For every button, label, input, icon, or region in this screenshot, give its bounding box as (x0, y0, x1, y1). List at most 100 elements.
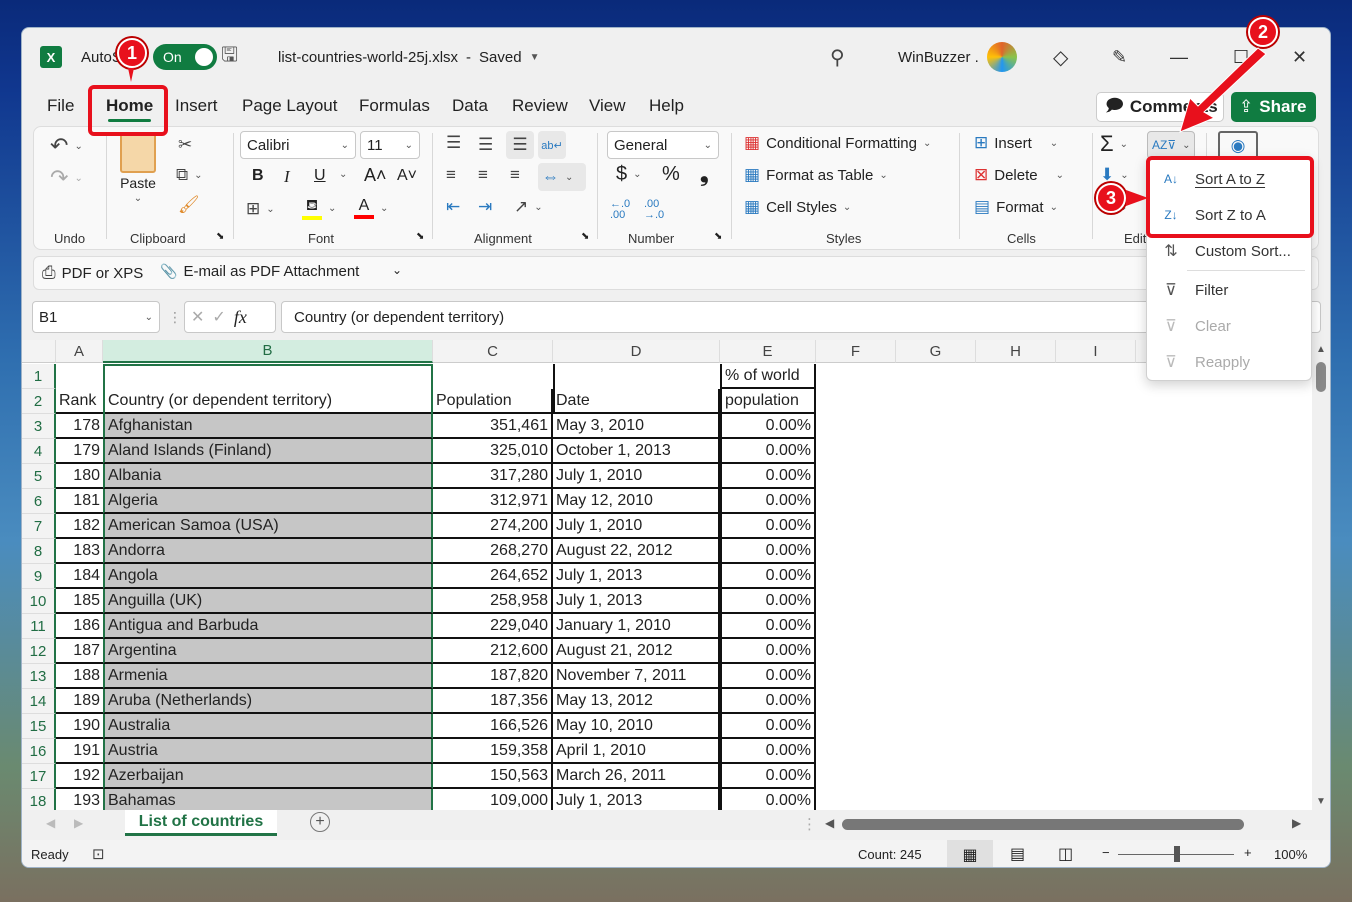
cell-date[interactable]: January 1, 2010 (553, 614, 720, 639)
row-header[interactable]: 5 (22, 464, 56, 489)
prev-sheet-icon[interactable]: ◀ (46, 816, 55, 830)
cell-country[interactable]: Afghanistan (103, 414, 433, 439)
row-header[interactable]: 13 (22, 664, 56, 689)
cell-percent[interactable]: 0.00% (720, 714, 816, 739)
cell-country[interactable]: Angola (103, 564, 433, 589)
cell-country[interactable]: American Samoa (USA) (103, 514, 433, 539)
cell-percent[interactable]: 0.00% (720, 439, 816, 464)
cell-date[interactable]: July 1, 2013 (553, 789, 720, 810)
cell-rank[interactable]: 184 (56, 564, 103, 589)
cell-percent[interactable]: 0.00% (720, 789, 816, 810)
scroll-down-icon[interactable]: ▼ (1316, 796, 1326, 807)
cell-date[interactable]: May 3, 2010 (553, 414, 720, 439)
increase-decimal-button[interactable]: ←.0 .00 (610, 199, 638, 221)
cell-population[interactable]: 268,270 (433, 539, 553, 564)
row-header[interactable]: 6 (22, 489, 56, 514)
row-header-2[interactable]: 2 (22, 389, 56, 414)
cell-a2[interactable]: Rank (56, 389, 103, 414)
number-format-select[interactable]: General ⌄ (607, 131, 719, 159)
cell-population[interactable]: 258,958 (433, 589, 553, 614)
insert-cells-button[interactable]: ⊞ Insert ⌄ (974, 133, 1058, 153)
cell-population[interactable]: 274,200 (433, 514, 553, 539)
row-header[interactable]: 17 (22, 764, 56, 789)
cell-country[interactable]: Algeria (103, 489, 433, 514)
tab-review[interactable]: Review (512, 96, 568, 116)
cell-rank[interactable]: 180 (56, 464, 103, 489)
cell-rank[interactable]: 193 (56, 789, 103, 810)
autosum-button[interactable]: Σ ⌄ (1100, 131, 1128, 157)
italic-button[interactable]: I (284, 167, 290, 187)
paste-button[interactable]: Paste ⌄ (120, 133, 156, 204)
cell-e1[interactable]: % of world (720, 364, 816, 389)
page-layout-view-button[interactable]: ▤ (1010, 844, 1025, 864)
underline-button[interactable]: U (314, 167, 326, 185)
row-header[interactable]: 8 (22, 539, 56, 564)
zoom-in-button[interactable]: + (1244, 845, 1252, 860)
account-name[interactable]: WinBuzzer . (898, 28, 979, 86)
fill-button[interactable]: ⬇ ⌄ (1100, 165, 1129, 185)
conditional-formatting-button[interactable]: ▦ Conditional Formatting ⌄ (744, 133, 931, 153)
align-right-button[interactable]: ≡ (510, 165, 520, 185)
row-header[interactable]: 15 (22, 714, 56, 739)
row-header[interactable]: 16 (22, 739, 56, 764)
tab-view[interactable]: View (589, 96, 626, 116)
fill-color-button[interactable]: ⛾ ⌄ (302, 197, 336, 220)
format-as-table-button[interactable]: ▦ Format as Table ⌄ (744, 165, 888, 185)
font-size-select[interactable]: 11 ⌄ (360, 131, 420, 159)
select-all-button[interactable] (22, 340, 56, 363)
currency-button[interactable]: $ ⌄ (616, 163, 642, 186)
next-sheet-icon[interactable]: ▶ (74, 816, 83, 830)
cell-country[interactable]: Antigua and Barbuda (103, 614, 433, 639)
email-pdf-button[interactable]: 📎 E-mail as PDF Attachment (160, 263, 359, 280)
cell-country[interactable]: Aland Islands (Finland) (103, 439, 433, 464)
cell-percent[interactable]: 0.00% (720, 689, 816, 714)
number-launcher[interactable]: ⬊ (714, 231, 722, 242)
cell-percent[interactable]: 0.00% (720, 514, 816, 539)
cell-population[interactable]: 351,461 (433, 414, 553, 439)
cell-d2[interactable]: Date (553, 389, 720, 414)
cell-country[interactable]: Albania (103, 464, 433, 489)
export-pdf-xps-button[interactable]: ⎙ PDF or XPS (42, 263, 143, 283)
row-header[interactable]: 11 (22, 614, 56, 639)
cell-date[interactable]: May 10, 2010 (553, 714, 720, 739)
percent-button[interactable]: % (662, 163, 680, 186)
formula-bar-grip[interactable]: ⋮ (168, 301, 182, 333)
wrap-text-button[interactable]: ab↵ (538, 131, 566, 159)
cell-rank[interactable]: 178 (56, 414, 103, 439)
clipboard-launcher[interactable]: ⬊ (216, 231, 224, 242)
tab-file[interactable]: File (47, 96, 74, 116)
comments-button[interactable]: 🗩 Comments (1096, 92, 1224, 122)
sort-filter-button[interactable]: AZ⊽ ⌄ (1147, 131, 1195, 159)
tab-formulas[interactable]: Formulas (359, 96, 430, 116)
cell-date[interactable]: October 1, 2013 (553, 439, 720, 464)
redo-button[interactable]: ↷ ⌄ (50, 165, 83, 191)
align-center-button[interactable]: ≡ (478, 165, 488, 185)
name-box[interactable]: B1 ⌄ (32, 301, 160, 333)
cell-population[interactable]: 166,526 (433, 714, 553, 739)
bottom-align-button[interactable]: ☰ (506, 131, 534, 159)
cell-country[interactable]: Bahamas (103, 789, 433, 810)
row-header[interactable]: 9 (22, 564, 56, 589)
insert-function-button[interactable]: fx (234, 307, 247, 328)
cell-percent[interactable]: 0.00% (720, 589, 816, 614)
cut-button[interactable]: ✂ (178, 135, 192, 155)
cell-date[interactable]: July 1, 2013 (553, 589, 720, 614)
menu-item-custom-sort[interactable]: ⇅ Custom Sort... (1147, 234, 1311, 268)
cell-percent[interactable]: 0.00% (720, 664, 816, 689)
grow-font-button[interactable]: A˄ (364, 165, 387, 186)
document-title[interactable]: list-countries-world-25j.xlsx - Saved ▼ (278, 28, 540, 86)
format-cells-button[interactable]: ▤ Format ⌄ (974, 197, 1058, 217)
row-header[interactable]: 3 (22, 414, 56, 439)
cell-rank[interactable]: 185 (56, 589, 103, 614)
cell-rank[interactable]: 188 (56, 664, 103, 689)
cell-population[interactable]: 212,600 (433, 639, 553, 664)
scroll-left-icon[interactable]: ◀ (825, 816, 834, 830)
decrease-decimal-button[interactable]: .00 →.0 (644, 199, 672, 221)
cell-country[interactable]: Aruba (Netherlands) (103, 689, 433, 714)
cell-percent[interactable]: 0.00% (720, 464, 816, 489)
diamond-icon[interactable]: ◇ (1053, 28, 1068, 86)
cell-percent[interactable]: 0.00% (720, 739, 816, 764)
comma-button[interactable]: ❟ (700, 161, 709, 187)
pen-sparkle-icon[interactable]: ✎ (1112, 28, 1127, 86)
cell-rank[interactable]: 179 (56, 439, 103, 464)
